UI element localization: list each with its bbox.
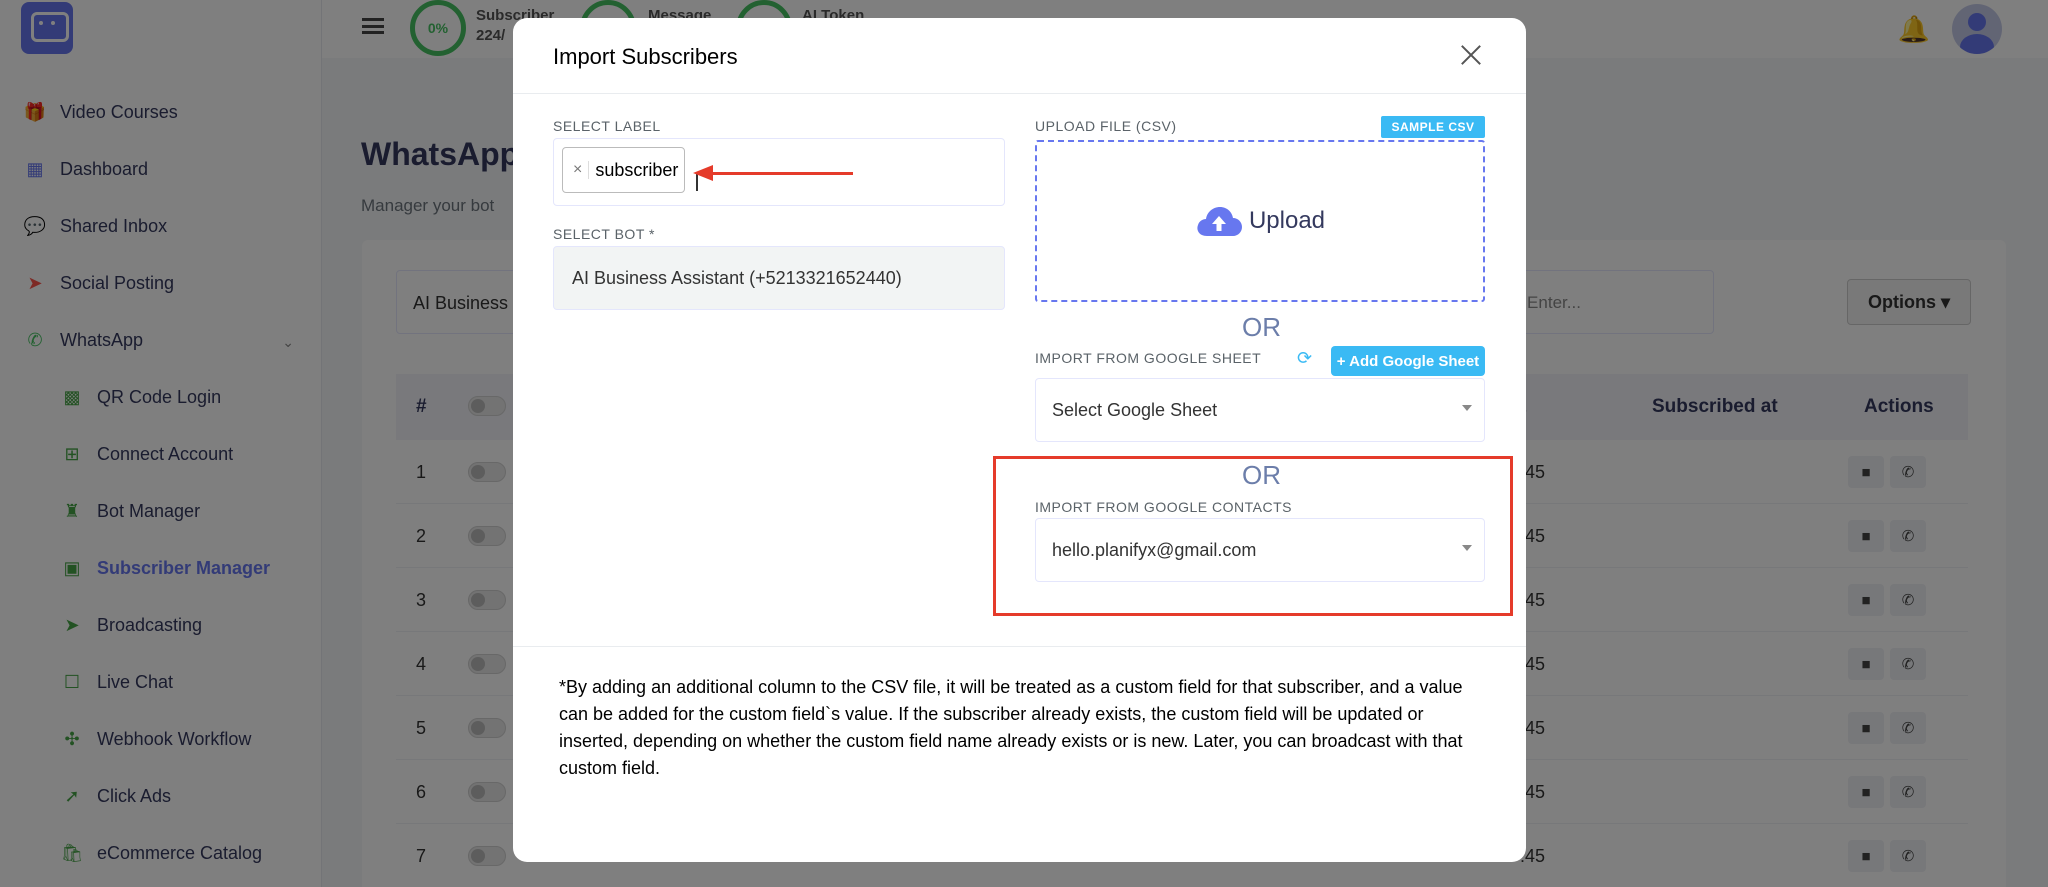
upload-file-label: UPLOAD FILE (CSV) bbox=[1035, 118, 1177, 134]
csv-custom-field-note: *By adding an additional column to the C… bbox=[559, 677, 1463, 778]
select-label-label: SELECT LABEL bbox=[553, 118, 661, 134]
annotation-arrow bbox=[711, 172, 853, 175]
sample-csv-button[interactable]: SAMPLE CSV bbox=[1381, 116, 1485, 138]
import-subscribers-modal: Import Subscribers SELECT LABEL × subscr… bbox=[513, 18, 1526, 862]
upload-text: Upload bbox=[1248, 207, 1326, 234]
label-chip: × subscriber bbox=[562, 147, 686, 193]
add-google-sheet-button[interactable]: + Add Google Sheet bbox=[1331, 346, 1485, 376]
upload-dropzone[interactable]: Upload bbox=[1035, 140, 1485, 302]
caret-down-icon bbox=[1462, 405, 1472, 411]
cloud-upload-icon bbox=[1197, 207, 1242, 236]
or-separator: OR bbox=[1242, 460, 1281, 490]
or-separator: OR bbox=[1242, 312, 1281, 342]
caret-down-icon bbox=[1462, 545, 1472, 551]
google-contacts-select-value: hello.planifyx@gmail.com bbox=[1052, 540, 1257, 560]
google-sheet-select-value: Select Google Sheet bbox=[1052, 400, 1218, 420]
remove-chip-icon[interactable]: × bbox=[567, 161, 590, 179]
refresh-icon[interactable]: ⟳ bbox=[1297, 348, 1312, 369]
annotation-arrow-head bbox=[693, 165, 713, 181]
google-sheet-label: IMPORT FROM GOOGLE SHEET bbox=[1035, 350, 1262, 366]
google-sheet-select[interactable]: Select Google Sheet bbox=[1035, 378, 1485, 442]
modal-divider bbox=[513, 646, 1526, 647]
google-contacts-label: IMPORT FROM GOOGLE CONTACTS bbox=[1035, 499, 1292, 515]
chip-text: subscriber bbox=[595, 159, 679, 180]
google-contacts-select[interactable]: hello.planifyx@gmail.com bbox=[1035, 518, 1485, 582]
modal-title: Import Subscribers bbox=[553, 44, 738, 69]
bot-select-field[interactable]: AI Business Assistant (+5213321652440) bbox=[553, 246, 1005, 310]
modal-header: Import Subscribers bbox=[513, 18, 1526, 94]
upload-button[interactable]: Upload bbox=[1195, 204, 1325, 238]
select-bot-label: SELECT BOT * bbox=[553, 226, 655, 242]
close-icon[interactable] bbox=[1456, 40, 1486, 70]
